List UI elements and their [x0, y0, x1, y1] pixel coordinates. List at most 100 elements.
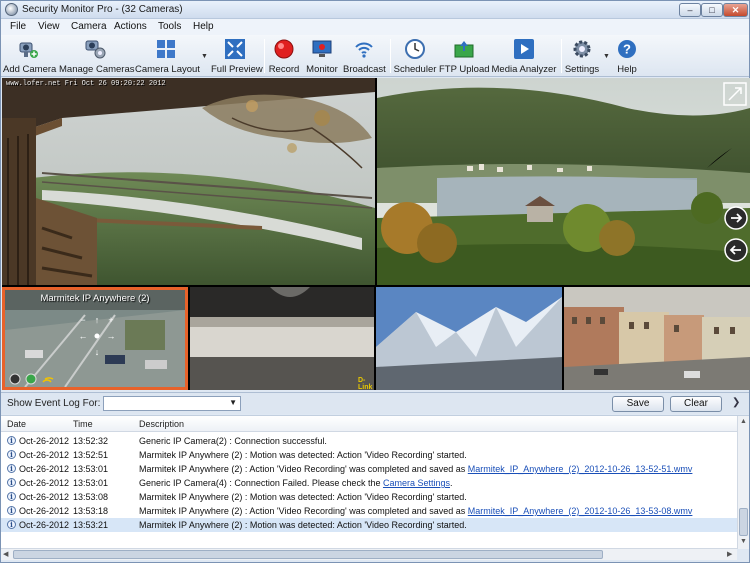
media-analyzer-icon — [514, 39, 534, 59]
camera-view[interactable] — [377, 78, 750, 285]
clear-log-button[interactable]: Clear — [670, 396, 722, 412]
table-row-selected[interactable]: i Oct-26-2012 13:53:21 Marmitek IP Anywh… — [1, 518, 737, 532]
menu-help[interactable]: Help — [193, 21, 214, 32]
row-date: Oct-26-2012 — [19, 436, 70, 446]
camera-layout-dropdown-icon[interactable]: ▼ — [201, 53, 208, 60]
row-description: Generic IP Camera(4) : Connection Failed… — [139, 478, 453, 488]
record-button[interactable]: Record — [267, 37, 301, 75]
close-button[interactable]: ✕ — [723, 3, 748, 17]
ftp-upload-label: FTP Upload — [439, 64, 490, 75]
table-row[interactable]: i Oct-26-2012 13:53:01 Marmitek IP Anywh… — [1, 462, 737, 476]
next-arrow-icon[interactable] — [724, 206, 748, 230]
row-date: Oct-26-2012 — [19, 478, 70, 488]
scrollbar-thumb[interactable] — [13, 550, 603, 559]
table-row[interactable]: i Oct-26-2012 13:52:51 Marmitek IP Anywh… — [1, 448, 737, 462]
table-row[interactable]: i Oct-26-2012 13:53:18 Marmitek IP Anywh… — [1, 504, 737, 518]
dlink-watermark: D-Link — [358, 377, 373, 390]
row-time: 13:53:01 — [73, 464, 109, 474]
camera-layout-button[interactable]: Camera Layout — [135, 37, 200, 75]
scheduler-button[interactable]: Scheduler — [393, 37, 437, 75]
media-analyzer-button[interactable]: Media Analyzer — [491, 37, 557, 75]
full-preview-button[interactable]: Full Preview — [211, 37, 263, 75]
menu-camera[interactable]: Camera — [71, 21, 107, 32]
camera-status-icons — [9, 373, 54, 385]
camera-view[interactable]: D-Link — [190, 287, 374, 390]
row-description-text: Generic IP Camera(4) : Connection Failed… — [139, 478, 383, 488]
camera-layout-icon — [157, 40, 175, 58]
row-description: Marmitek IP Anywhere (2) : Motion was de… — [139, 450, 467, 460]
settings-button[interactable]: Settings — [564, 37, 600, 75]
manage-cameras-icon — [85, 40, 106, 59]
row-description-text: Marmitek IP Anywhere (2) : Motion was de… — [139, 520, 467, 530]
scroll-left-icon[interactable]: ◀ — [3, 550, 8, 558]
camera-view-selected[interactable]: Marmitek IP Anywhere (2) − ↑ + ← → ↓ — [2, 287, 188, 390]
title-bar: Security Monitor Pro - (32 Cameras) – □ … — [1, 1, 749, 19]
settings-dropdown-icon[interactable]: ▼ — [603, 53, 610, 60]
row-description-text: Marmitek IP Anywhere (2) : Action 'Video… — [139, 506, 468, 516]
scroll-right-icon[interactable]: ▶ — [727, 550, 732, 558]
row-time: 13:53:08 — [73, 492, 109, 502]
table-row[interactable]: i Oct-26-2012 13:53:01 Generic IP Camera… — [1, 476, 737, 490]
broadcast-button[interactable]: Broadcast — [343, 37, 386, 75]
menu-view[interactable]: View — [38, 21, 60, 32]
camera-name-label: Marmitek IP Anywhere (2) — [40, 293, 150, 304]
event-log-filter-select[interactable]: ▼ — [103, 396, 241, 411]
svg-text:+: + — [108, 315, 113, 325]
maximize-button[interactable]: □ — [701, 3, 723, 17]
row-description: Marmitek IP Anywhere (2) : Motion was de… — [139, 520, 467, 530]
ftp-upload-icon — [454, 41, 474, 58]
settings-label: Settings — [564, 64, 600, 75]
scroll-up-icon[interactable]: ▲ — [740, 418, 747, 425]
table-row[interactable]: i Oct-26-2012 13:53:08 Marmitek IP Anywh… — [1, 490, 737, 504]
camera-view[interactable] — [564, 287, 750, 390]
monitor-button[interactable]: Monitor — [303, 37, 341, 75]
ftp-upload-button[interactable]: FTP Upload — [439, 37, 490, 75]
row-date: Oct-26-2012 — [19, 492, 70, 502]
column-header-date[interactable]: Date — [7, 419, 26, 429]
recording-file-link[interactable]: Marmitek_IP_Anywhere_(2)_2012-10-26_13-5… — [468, 464, 693, 474]
broadcast-label: Broadcast — [343, 64, 386, 75]
save-log-button[interactable]: Save — [612, 396, 664, 412]
manage-cameras-button[interactable]: Manage Cameras — [59, 37, 135, 75]
recording-file-link[interactable]: Marmitek_IP_Anywhere_(2)_2012-10-26_13-5… — [468, 506, 693, 516]
vertical-scrollbar[interactable]: ▲ ▼ — [737, 416, 749, 549]
camera-settings-link[interactable]: Camera Settings — [383, 478, 450, 488]
camera-feed-image — [190, 287, 374, 390]
menu-bar: File View Camera Actions Tools Help — [1, 19, 749, 35]
ptz-control-icon[interactable]: − ↑ + ← → ↓ — [75, 314, 119, 358]
toolbar: Add Camera Manage Cameras Camera Layout … — [1, 35, 749, 77]
menu-tools[interactable]: Tools — [158, 21, 181, 32]
column-header-time[interactable]: Time — [73, 419, 93, 429]
row-description-text: Generic IP Camera(2) : Connection succes… — [139, 436, 327, 446]
menu-actions[interactable]: Actions — [114, 21, 147, 32]
scroll-down-icon[interactable]: ▼ — [740, 538, 747, 545]
table-header: Date Time Description — [1, 416, 737, 432]
previous-arrow-icon[interactable] — [724, 238, 748, 262]
row-description: Generic IP Camera(2) : Connection succes… — [139, 436, 327, 446]
row-time: 13:52:32 — [73, 436, 109, 446]
window-title: Security Monitor Pro - (32 Cameras) — [22, 4, 183, 15]
info-icon: i — [7, 464, 16, 473]
scrollbar-thumb[interactable] — [739, 508, 748, 536]
camera-view[interactable] — [376, 287, 562, 390]
help-button[interactable]: ? Help — [612, 37, 642, 75]
chevron-down-icon: ▼ — [229, 398, 237, 407]
camera-view[interactable]: www.lofer.net Fri Oct 26 09:20:22 2012 — [2, 78, 375, 285]
svg-text:←: ← — [79, 331, 88, 341]
column-header-description[interactable]: Description — [139, 419, 184, 429]
collapse-icon[interactable]: ❯ — [732, 397, 740, 408]
full-preview-icon — [225, 39, 245, 59]
row-date: Oct-26-2012 — [19, 450, 70, 460]
row-time: 13:52:51 — [73, 450, 109, 460]
add-camera-button[interactable]: Add Camera — [3, 37, 56, 75]
svg-text:−: − — [80, 315, 85, 325]
row-description: Marmitek IP Anywhere (2) : Action 'Video… — [139, 464, 692, 474]
table-row[interactable]: i Oct-26-2012 13:52:32 Generic IP Camera… — [1, 434, 737, 448]
minimize-button[interactable]: – — [679, 3, 701, 17]
info-icon: i — [7, 450, 16, 459]
menu-file[interactable]: File — [10, 21, 26, 32]
svg-text:?: ? — [623, 42, 631, 57]
horizontal-scrollbar[interactable]: ◀ ▶ — [1, 548, 737, 560]
fullscreen-icon[interactable] — [723, 82, 747, 106]
row-description: Marmitek IP Anywhere (2) : Action 'Video… — [139, 506, 692, 516]
